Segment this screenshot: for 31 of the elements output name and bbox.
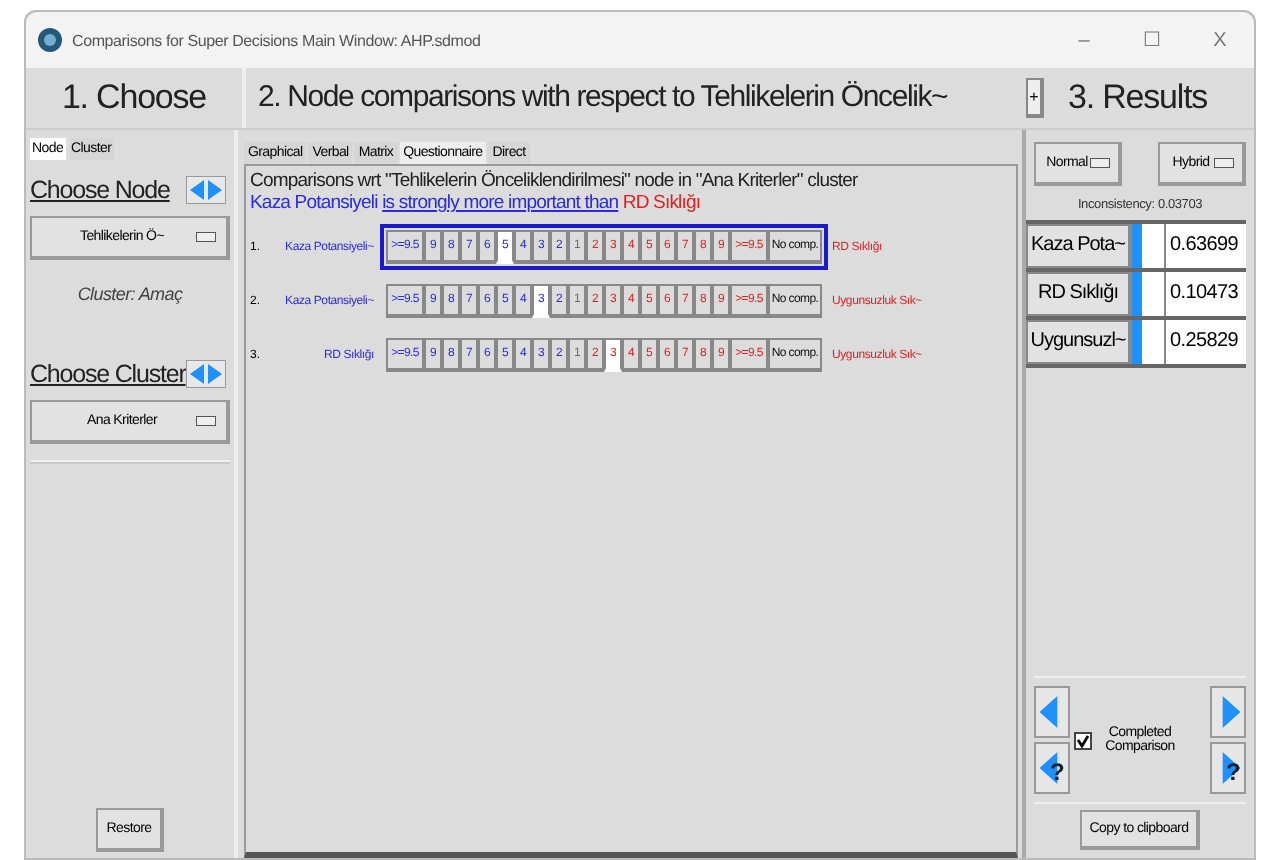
priority-value: 0.63699 bbox=[1168, 232, 1241, 260]
comparison-heading: Comparisons wrt "Tehlikelerin Önceliklendirilmesi" node in "Ana Kriterler" cluster bbox=[250, 170, 860, 192]
section-heading: 2. Node comparisons with respect to Tehlikelerin Öncelik~ bbox=[256, 78, 950, 118]
dropdown-indicator-icon bbox=[1214, 158, 1234, 168]
left-right-arrows-icon bbox=[186, 176, 226, 204]
checkbox[interactable] bbox=[1074, 731, 1092, 749]
result-name: RD Sıklığı bbox=[1026, 272, 1130, 316]
expand-button[interactable]: + bbox=[1026, 78, 1044, 118]
verbal-judgment-link[interactable]: is strongly more important than bbox=[382, 192, 619, 214]
priority-value: 0.25829 bbox=[1168, 328, 1241, 356]
choose-cluster-label: Choose Cluster bbox=[30, 360, 186, 388]
priority-value: 0.10473 bbox=[1168, 280, 1241, 308]
app-icon bbox=[38, 28, 62, 52]
section-heading: 1. Choose bbox=[26, 68, 246, 128]
result-name: Uygunsuzl~ bbox=[1026, 320, 1130, 364]
check-icon bbox=[1076, 733, 1090, 747]
dropdown-indicator-icon bbox=[196, 416, 216, 426]
dropdown-indicator-icon bbox=[1090, 158, 1110, 168]
minimize-button[interactable]: – bbox=[1050, 28, 1118, 52]
section-heading: 3. Results bbox=[1068, 78, 1208, 118]
dropdown-indicator-icon bbox=[196, 232, 216, 242]
node-name: RD Sıklığı bbox=[622, 192, 701, 214]
left-right-arrows-icon bbox=[186, 360, 226, 388]
node-name: Kaza Potansiyeli bbox=[250, 192, 378, 214]
maximize-button[interactable]: ☐ bbox=[1118, 28, 1186, 52]
next-button[interactable] bbox=[1210, 686, 1246, 738]
close-button[interactable]: X bbox=[1186, 28, 1254, 52]
cluster-label: Cluster: Amaç bbox=[75, 284, 185, 304]
result-name: Kaza Pota~ bbox=[1026, 224, 1130, 268]
window-title: Comparisons for Super Decisions Main Window: AHP.sdmod bbox=[72, 31, 481, 49]
choose-node-label: Choose Node bbox=[30, 176, 170, 204]
